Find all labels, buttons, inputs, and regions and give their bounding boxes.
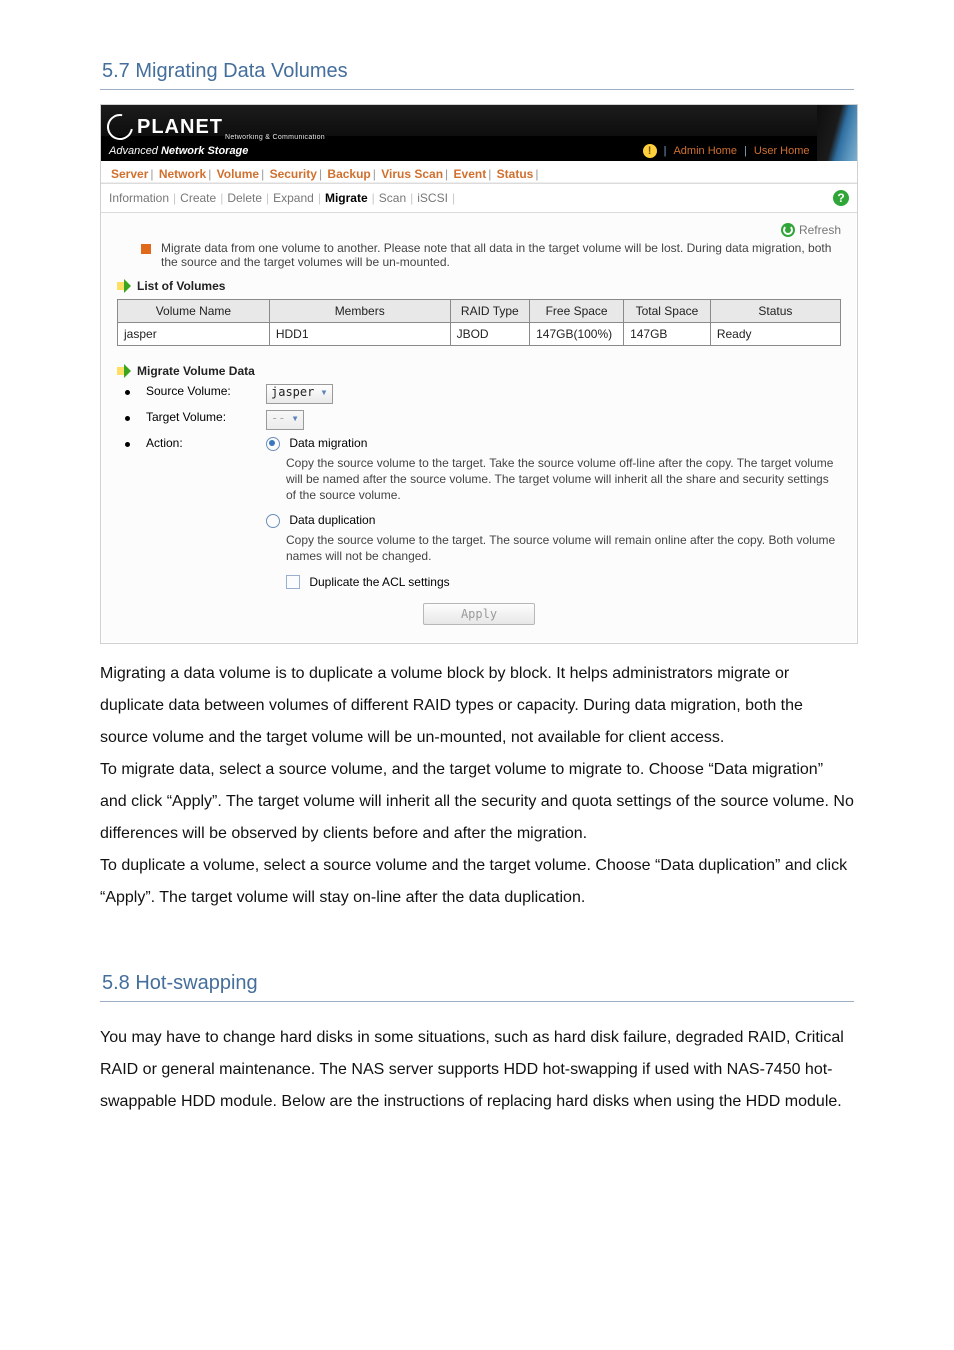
refresh-icon <box>781 223 795 237</box>
chevron-down-icon: ▾ <box>291 411 298 425</box>
brand-tagline: Networking & Communication <box>225 134 325 141</box>
product-title: Advanced Network Storage <box>109 145 248 157</box>
bullet-icon <box>125 416 130 421</box>
section-title-57: 5.7 Migrating Data Volumes <box>100 60 854 90</box>
col-status: Status <box>710 300 840 323</box>
brand-logo: PLANET Networking & Communication <box>101 105 857 145</box>
alert-icon[interactable]: ! <box>643 144 657 158</box>
planet-logo-icon <box>102 109 138 145</box>
opt-data-duplication-label: Data duplication <box>289 513 375 527</box>
refresh-label: Refresh <box>799 223 841 237</box>
nav1-status[interactable]: Status <box>497 167 534 181</box>
nav1-virus-scan[interactable]: Virus Scan <box>381 167 443 181</box>
target-volume-select[interactable]: -- ▾ <box>266 410 304 430</box>
separator: | <box>744 145 747 157</box>
source-volume-select[interactable]: jasper ▾ <box>266 384 333 404</box>
nav1-volume[interactable]: Volume <box>217 167 259 181</box>
tab-migrate[interactable]: Migrate <box>325 191 368 205</box>
body-paragraph-1: Migrating a data volume is to duplicate … <box>100 658 854 754</box>
secondary-nav: Information| Create| Delete| Expand| Mig… <box>101 183 857 213</box>
radio-data-migration[interactable] <box>266 437 280 451</box>
table-row[interactable]: jasper HDD1 JBOD 147GB(100%) 147GB Ready <box>118 323 841 346</box>
col-total-space: Total Space <box>624 300 711 323</box>
note-bullet-icon <box>141 244 151 254</box>
refresh-link[interactable]: Refresh <box>117 223 841 237</box>
source-volume-label: Source Volume: <box>146 384 256 398</box>
body-paragraph-4: You may have to change hard disks in som… <box>100 1022 854 1118</box>
app-header: PLANET Networking & Communication Advanc… <box>101 105 857 161</box>
cell-status: Ready <box>710 323 840 346</box>
cell-volume-name: jasper <box>118 323 270 346</box>
arrow-icon <box>117 364 131 378</box>
target-volume-label: Target Volume: <box>146 410 256 424</box>
nav1-network[interactable]: Network <box>159 167 206 181</box>
list-heading-label: List of Volumes <box>137 279 225 293</box>
tab-delete[interactable]: Delete <box>227 191 262 205</box>
tab-expand[interactable]: Expand <box>273 191 314 205</box>
section-title-58: 5.8 Hot-swapping <box>100 972 854 1002</box>
apply-button[interactable]: Apply <box>423 603 535 625</box>
col-volume-name: Volume Name <box>118 300 270 323</box>
nav1-backup[interactable]: Backup <box>327 167 370 181</box>
duplicate-acl-label: Duplicate the ACL settings <box>309 575 449 589</box>
help-link[interactable]: Help <box>826 145 849 157</box>
separator: | <box>817 145 820 157</box>
brand-wordmark: PLANET <box>137 116 223 139</box>
checkbox-duplicate-acl[interactable] <box>286 575 300 589</box>
product-title-pre: Advanced <box>109 145 161 157</box>
migrate-note: Migrate data from one volume to another.… <box>161 241 841 269</box>
product-title-bold: Network Storage <box>161 145 248 157</box>
cell-free-space: 147GB(100%) <box>530 323 624 346</box>
opt-data-migration-desc: Copy the source volume to the target. Ta… <box>286 455 841 504</box>
tab-scan[interactable]: Scan <box>379 191 406 205</box>
primary-nav: Server| Network| Volume| Security| Backu… <box>101 161 857 183</box>
opt-data-migration-label: Data migration <box>289 436 367 450</box>
body-paragraph-3: To duplicate a volume, select a source v… <box>100 850 854 914</box>
separator: | <box>664 145 667 157</box>
target-volume-value: -- <box>271 411 285 425</box>
arrow-icon <box>117 279 131 293</box>
source-volume-value: jasper <box>271 385 314 399</box>
nav1-security[interactable]: Security <box>270 167 317 181</box>
admin-home-link[interactable]: Admin Home <box>673 145 737 157</box>
cell-total-space: 147GB <box>624 323 711 346</box>
radio-data-duplication[interactable] <box>266 514 280 528</box>
app-screenshot: PLANET Networking & Communication Advanc… <box>100 104 858 644</box>
list-of-volumes-heading: List of Volumes <box>117 279 841 293</box>
cell-raid-type: JBOD <box>450 323 530 346</box>
volumes-table: Volume Name Members RAID Type Free Space… <box>117 299 841 346</box>
col-free-space: Free Space <box>530 300 624 323</box>
nav1-server[interactable]: Server <box>111 167 148 181</box>
tab-create[interactable]: Create <box>180 191 216 205</box>
nav1-event[interactable]: Event <box>454 167 487 181</box>
action-label: Action: <box>146 436 256 450</box>
col-raid-type: RAID Type <box>450 300 530 323</box>
opt-data-duplication-desc: Copy the source volume to the target. Th… <box>286 532 841 564</box>
col-members: Members <box>269 300 450 323</box>
user-home-link[interactable]: User Home <box>754 145 810 157</box>
tab-iscsi[interactable]: iSCSI <box>417 191 448 205</box>
migrate-volume-data-heading: Migrate Volume Data <box>117 364 841 378</box>
bullet-icon <box>125 442 130 447</box>
body-paragraph-2: To migrate data, select a source volume,… <box>100 754 854 850</box>
chevron-down-icon: ▾ <box>320 385 327 399</box>
migrate-heading-label: Migrate Volume Data <box>137 364 255 378</box>
help-icon[interactable]: ? <box>833 190 849 206</box>
cell-members: HDD1 <box>269 323 450 346</box>
bullet-icon <box>125 390 130 395</box>
tab-information[interactable]: Information <box>109 191 169 205</box>
